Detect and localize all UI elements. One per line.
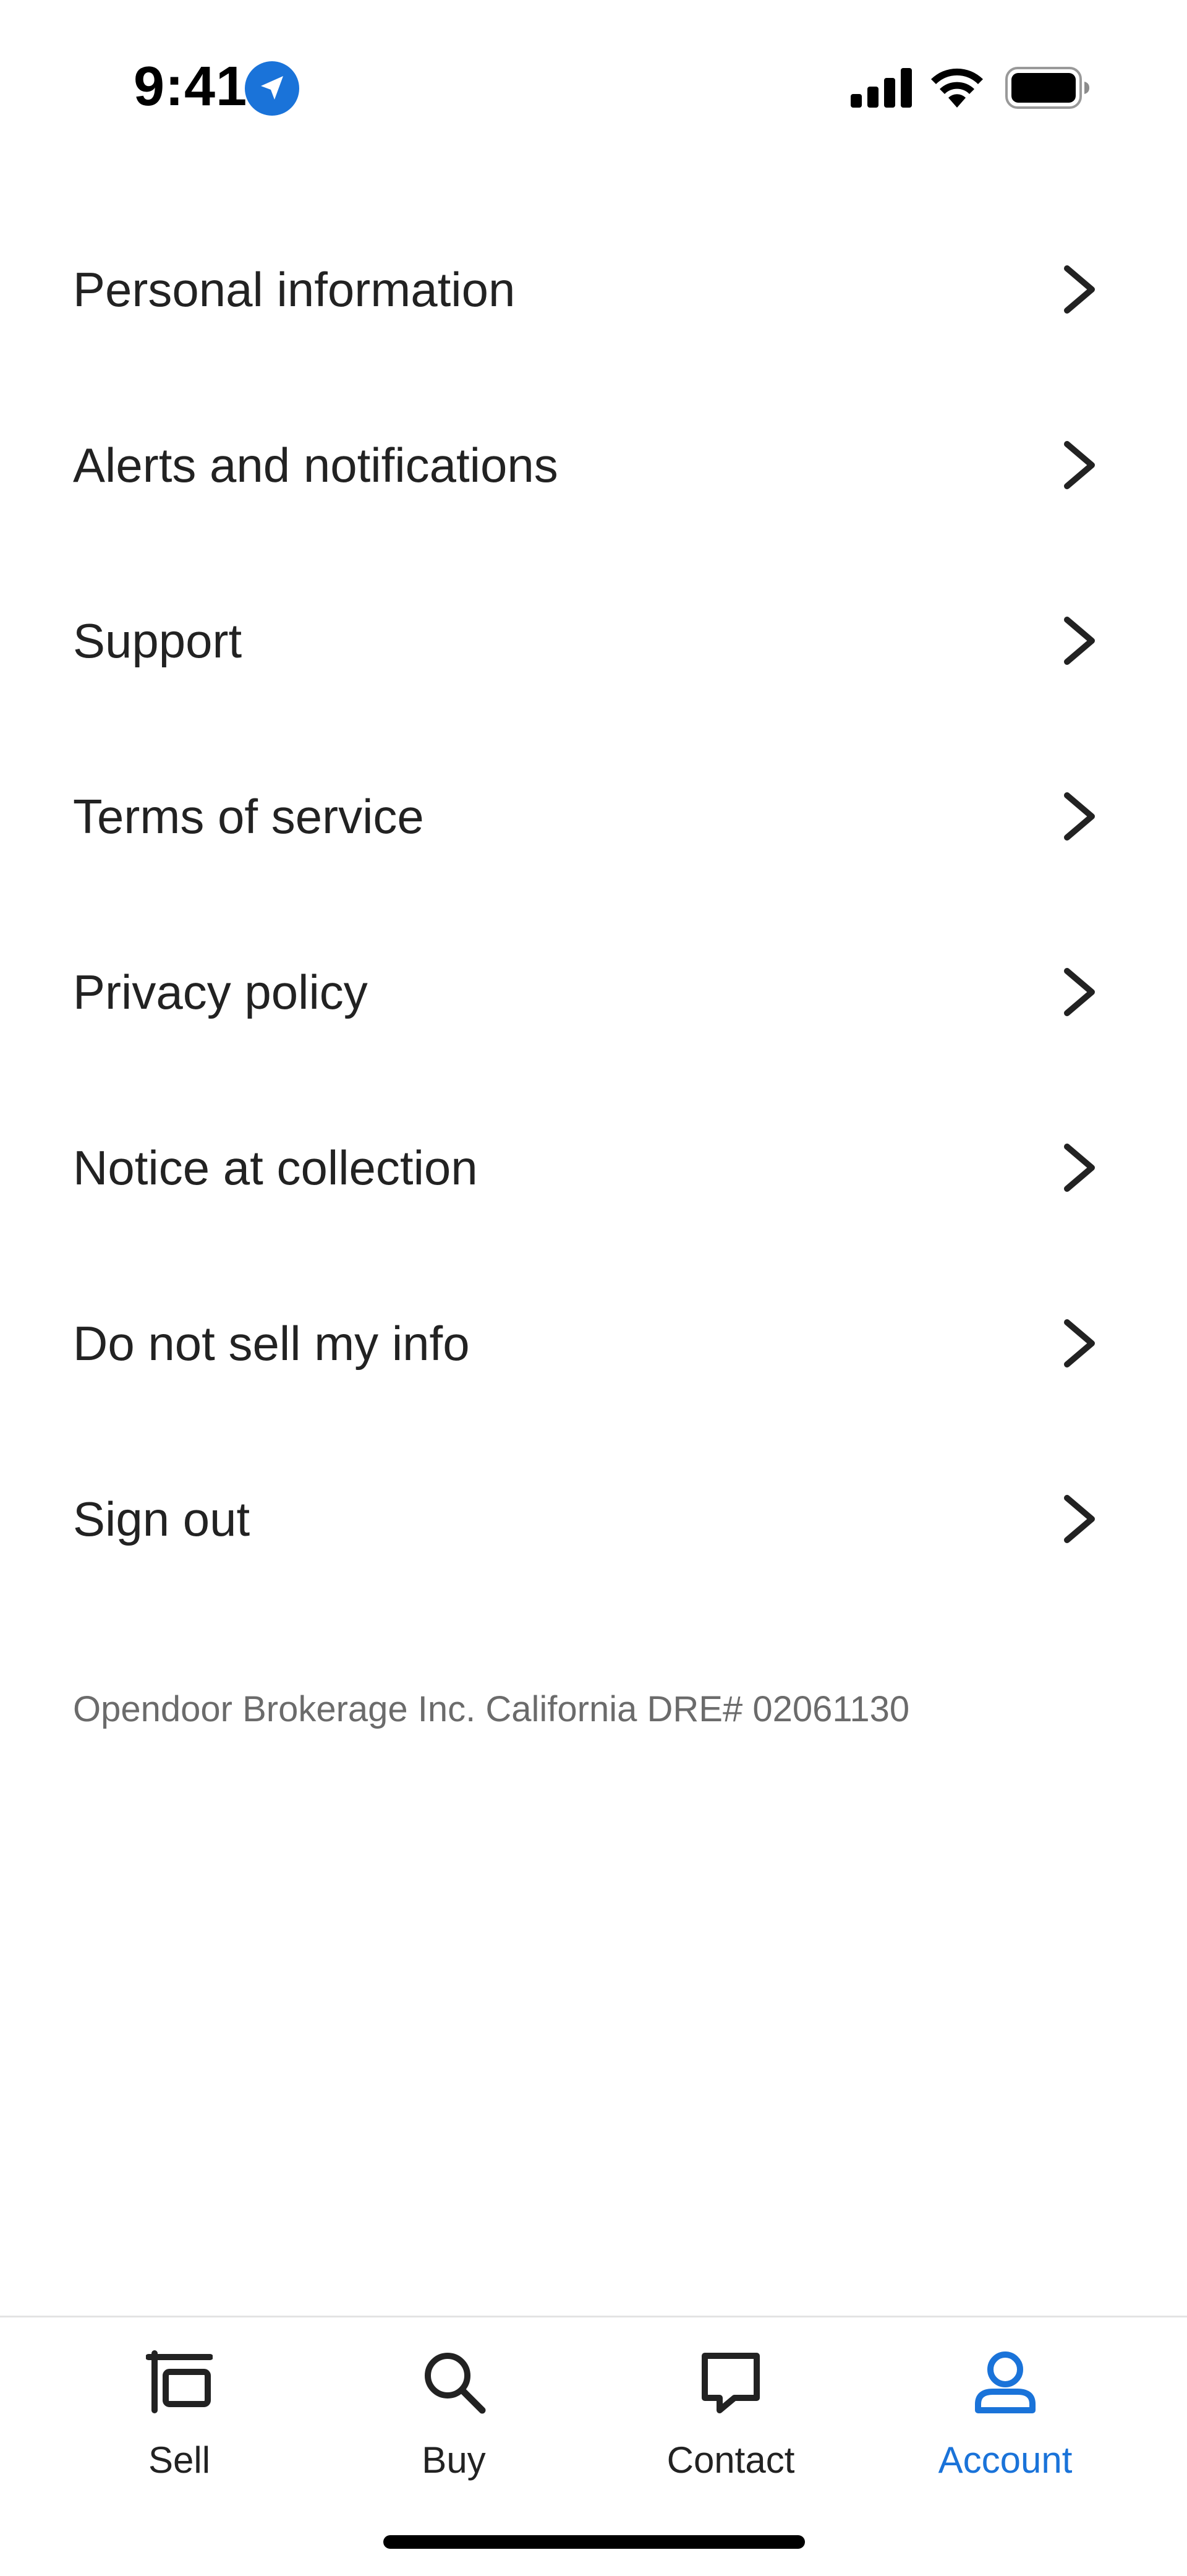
menu-item-label: Support bbox=[73, 614, 242, 668]
menu-item-alerts-and-notifications[interactable]: Alerts and notifications bbox=[0, 377, 1187, 553]
home-indicator[interactable] bbox=[383, 2535, 805, 2549]
menu-item-label: Sign out bbox=[73, 1492, 250, 1546]
search-icon bbox=[425, 2353, 486, 2414]
menu-item-label: Privacy policy bbox=[73, 965, 368, 1019]
tab-contact[interactable]: Contact bbox=[638, 2348, 823, 2491]
menu-item-do-not-sell-my-info[interactable]: Do not sell my info bbox=[0, 1256, 1187, 1431]
location-arrow-icon bbox=[245, 61, 299, 116]
tab-label: Contact bbox=[666, 2439, 795, 2481]
chevron-right-icon bbox=[1064, 1319, 1095, 1367]
wifi-icon bbox=[931, 68, 983, 108]
chevron-right-icon bbox=[1064, 441, 1095, 489]
chevron-right-icon bbox=[1064, 1144, 1095, 1192]
menu-item-label: Notice at collection bbox=[73, 1140, 478, 1195]
chevron-right-icon bbox=[1064, 617, 1095, 665]
tab-account[interactable]: Account bbox=[913, 2348, 1098, 2491]
menu-item-personal-information[interactable]: Personal information bbox=[0, 202, 1187, 377]
chevron-right-icon bbox=[1064, 968, 1095, 1016]
chevron-right-icon bbox=[1064, 792, 1095, 841]
menu-item-privacy-policy[interactable]: Privacy policy bbox=[0, 904, 1187, 1080]
menu-item-support[interactable]: Support bbox=[0, 553, 1187, 729]
menu-item-label: Do not sell my info bbox=[73, 1316, 470, 1371]
brokerage-license-text: Opendoor Brokerage Inc. California DRE# … bbox=[73, 1689, 910, 1729]
chat-bubble-icon bbox=[702, 2353, 760, 2413]
menu-item-terms-of-service[interactable]: Terms of service bbox=[0, 729, 1187, 904]
chevron-right-icon bbox=[1064, 265, 1095, 314]
bottom-tab-bar: Sell Buy Contact Account bbox=[0, 2316, 1187, 2576]
account-menu-list: Personal information Alerts and notifica… bbox=[0, 202, 1187, 1607]
sell-sign-icon bbox=[146, 2350, 213, 2413]
menu-item-label: Personal information bbox=[73, 262, 516, 317]
menu-item-label: Alerts and notifications bbox=[73, 438, 558, 492]
tab-buy[interactable]: Buy bbox=[361, 2348, 547, 2491]
tab-label: Account bbox=[938, 2439, 1073, 2481]
menu-item-label: Terms of service bbox=[73, 789, 424, 844]
tab-label: Buy bbox=[422, 2439, 486, 2481]
cellular-signal-icon bbox=[851, 68, 912, 108]
battery-icon bbox=[1005, 67, 1089, 109]
menu-item-notice-at-collection[interactable]: Notice at collection bbox=[0, 1080, 1187, 1256]
tab-label: Sell bbox=[148, 2439, 211, 2481]
person-icon bbox=[975, 2351, 1036, 2413]
tab-sell[interactable]: Sell bbox=[87, 2348, 272, 2491]
status-bar: 9:41 bbox=[0, 0, 1187, 173]
menu-item-sign-out[interactable]: Sign out bbox=[0, 1431, 1187, 1607]
chevron-right-icon bbox=[1064, 1495, 1095, 1543]
status-time: 9:41 bbox=[134, 56, 248, 118]
